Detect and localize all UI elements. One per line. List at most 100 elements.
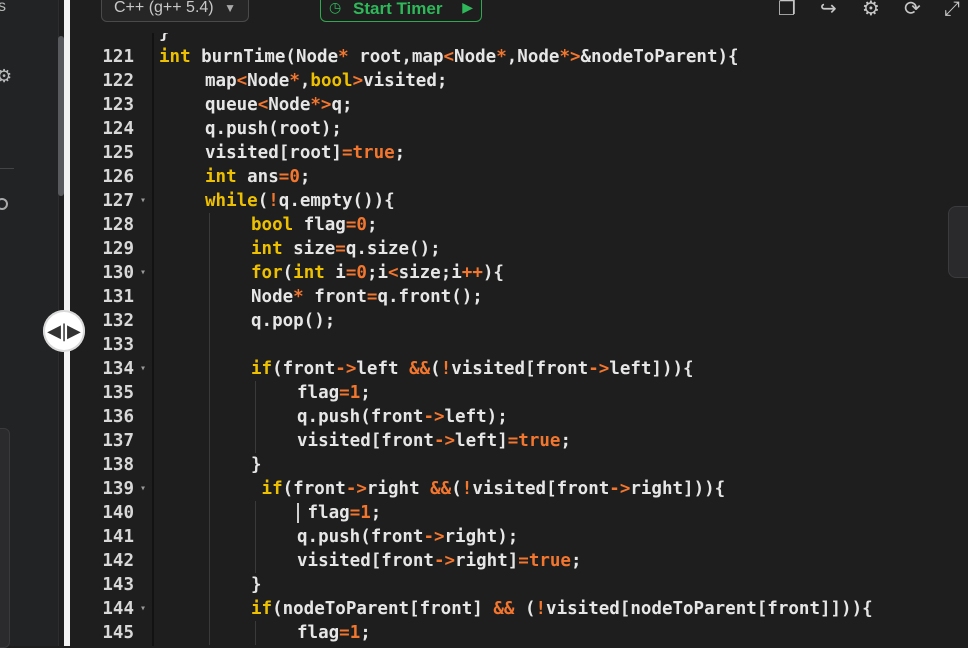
fold-chevron-icon[interactable]: ▾ xyxy=(140,357,146,381)
code-token: ; xyxy=(360,383,371,403)
splitter-handle-icon[interactable]: ◀|▶ xyxy=(43,310,85,352)
left-tab-label[interactable]: s xyxy=(0,0,6,16)
code-token: = xyxy=(345,215,357,235)
code-token: -> xyxy=(433,551,456,571)
line-number: 128 xyxy=(102,215,134,235)
code-token: 1 xyxy=(360,503,371,523)
code-line[interactable]: 138} xyxy=(70,453,968,477)
code-line[interactable]: 124 q.push(root); xyxy=(70,117,968,141)
code-token: < xyxy=(443,47,455,67)
code-token: true xyxy=(518,431,561,451)
code-text: q.push(front->right); xyxy=(297,525,518,549)
code-line[interactable]: 137 visited[front->left]=true; xyxy=(70,429,968,453)
code-line[interactable]: 142 visited[front->right]=true; xyxy=(70,549,968,573)
code-text: bool flag=0; xyxy=(251,213,377,237)
code-token: ; xyxy=(394,143,406,163)
code-line[interactable]: 129 int size=q.size(); xyxy=(70,237,968,261)
code-line[interactable]: 139 ▾ if(front->right &&(!visited[front->… xyxy=(70,477,968,501)
language-select[interactable]: C++ (g++ 5.4) ▼ xyxy=(101,0,249,22)
code-line[interactable]: } xyxy=(70,33,968,45)
indent-guide xyxy=(209,309,210,333)
code-token: ; xyxy=(370,503,382,523)
code-line[interactable]: 121 int burnTime(Node* root,map<Node*,Nod… xyxy=(70,45,968,69)
code-token: visited; xyxy=(363,71,448,91)
code-line[interactable]: 131 Node* front=q.front(); xyxy=(70,285,968,309)
code-token: q.push(root); xyxy=(205,119,342,139)
code-line[interactable]: 128 bool flag=0; xyxy=(70,213,968,237)
indent-guide xyxy=(209,381,210,405)
indent-guide xyxy=(209,213,210,237)
code-line[interactable]: 144 ▾ if(nodeToParent[front] && (!visited[… xyxy=(70,597,968,621)
code-line[interactable]: 125 visited[root]=true; xyxy=(70,141,968,165)
code-token: -> xyxy=(345,479,367,499)
fold-chevron-icon[interactable]: ▾ xyxy=(140,597,146,621)
line-number: 144 xyxy=(102,599,134,619)
code-token: = xyxy=(507,431,519,451)
start-timer-button[interactable]: ◷ Start Timer ▶ xyxy=(320,0,482,22)
code-token: = xyxy=(278,167,290,187)
code-line[interactable]: 127 ▾ while(!q.empty()){ xyxy=(70,189,968,213)
code-line[interactable]: 141 q.push(front->right); xyxy=(70,525,968,549)
code-text: visited[front->right]=true; xyxy=(297,549,582,573)
code-token: && xyxy=(409,359,431,379)
code-token: Node xyxy=(268,95,311,115)
radio-icon[interactable] xyxy=(0,198,8,210)
code-token: ; xyxy=(299,167,311,187)
line-number: 123 xyxy=(102,95,134,115)
code-line[interactable]: 132 q.pop(); xyxy=(70,309,968,333)
code-token: left] xyxy=(455,431,508,451)
code-token: ( xyxy=(430,359,441,379)
indent-guide xyxy=(209,357,210,381)
code-token: int xyxy=(293,263,325,283)
fold-chevron-icon[interactable]: ▾ xyxy=(140,189,146,213)
indent-guide xyxy=(255,381,256,405)
line-number: 137 xyxy=(102,431,134,451)
export-icon[interactable]: ↪ xyxy=(820,0,837,20)
indent-guide xyxy=(209,261,210,285)
code-line[interactable]: 126 int ans=0; xyxy=(70,165,968,189)
code-token: ++ xyxy=(461,263,483,283)
code-token: ; xyxy=(360,623,371,643)
code-text: if(nodeToParent[front] && (!visited[node… xyxy=(251,597,873,621)
code-token: * xyxy=(293,287,304,307)
code-token: (front xyxy=(282,479,346,499)
code-text: q.push(root); xyxy=(205,117,342,141)
divider xyxy=(0,168,14,169)
code-text: flag=1; xyxy=(297,381,371,405)
code-line[interactable]: 145 flag=1; xyxy=(70,621,968,645)
stopwatch-icon: ◷ xyxy=(329,0,342,16)
code-line[interactable]: 143} xyxy=(70,573,968,597)
code-line[interactable]: 133 xyxy=(70,333,968,357)
left-card xyxy=(0,428,10,648)
code-token: ){ xyxy=(482,263,504,283)
code-token: bool xyxy=(251,215,294,235)
code-line[interactable]: 130 ▾ for(int i=0;i<size;i++){ xyxy=(70,261,968,285)
code-text: int ans=0; xyxy=(205,165,310,189)
code-token: 1 xyxy=(349,623,361,643)
code-token: = xyxy=(345,263,357,283)
fullscreen-icon[interactable]: ⤢ xyxy=(944,0,960,20)
gear-icon[interactable]: ⚙ xyxy=(0,66,12,87)
settings-icon[interactable]: ⚙ xyxy=(862,0,880,20)
code-line[interactable]: 136 q.push(front->left); xyxy=(70,405,968,429)
code-token: size xyxy=(282,239,336,259)
code-token: ( xyxy=(514,599,536,619)
code-editor[interactable]: } 121 int burnTime(Node* root,map<Node*,No… xyxy=(70,33,968,646)
fold-chevron-icon[interactable]: ▾ xyxy=(140,477,146,501)
code-line[interactable]: 135 flag=1; xyxy=(70,381,968,405)
code-line[interactable]: 140 flag=1; xyxy=(70,501,968,525)
code-token: true xyxy=(352,143,395,163)
code-token: , xyxy=(299,71,311,91)
indent-guide xyxy=(255,405,256,429)
code-token: ! xyxy=(268,191,279,211)
code-line[interactable]: 123 queue<Node*>q; xyxy=(70,93,968,117)
reset-icon[interactable]: ⟳ xyxy=(904,0,921,20)
code-line[interactable]: 122 map<Node*,bool>visited; xyxy=(70,69,968,93)
line-number: 136 xyxy=(102,407,134,427)
copy-icon[interactable]: ❐ xyxy=(778,0,796,20)
indent-guide xyxy=(255,429,256,453)
code-line[interactable]: 134 ▾ if(front->left &&(!visited[front->le… xyxy=(70,357,968,381)
fold-chevron-icon[interactable]: ▾ xyxy=(140,261,146,285)
code-token: left])){ xyxy=(609,359,694,379)
